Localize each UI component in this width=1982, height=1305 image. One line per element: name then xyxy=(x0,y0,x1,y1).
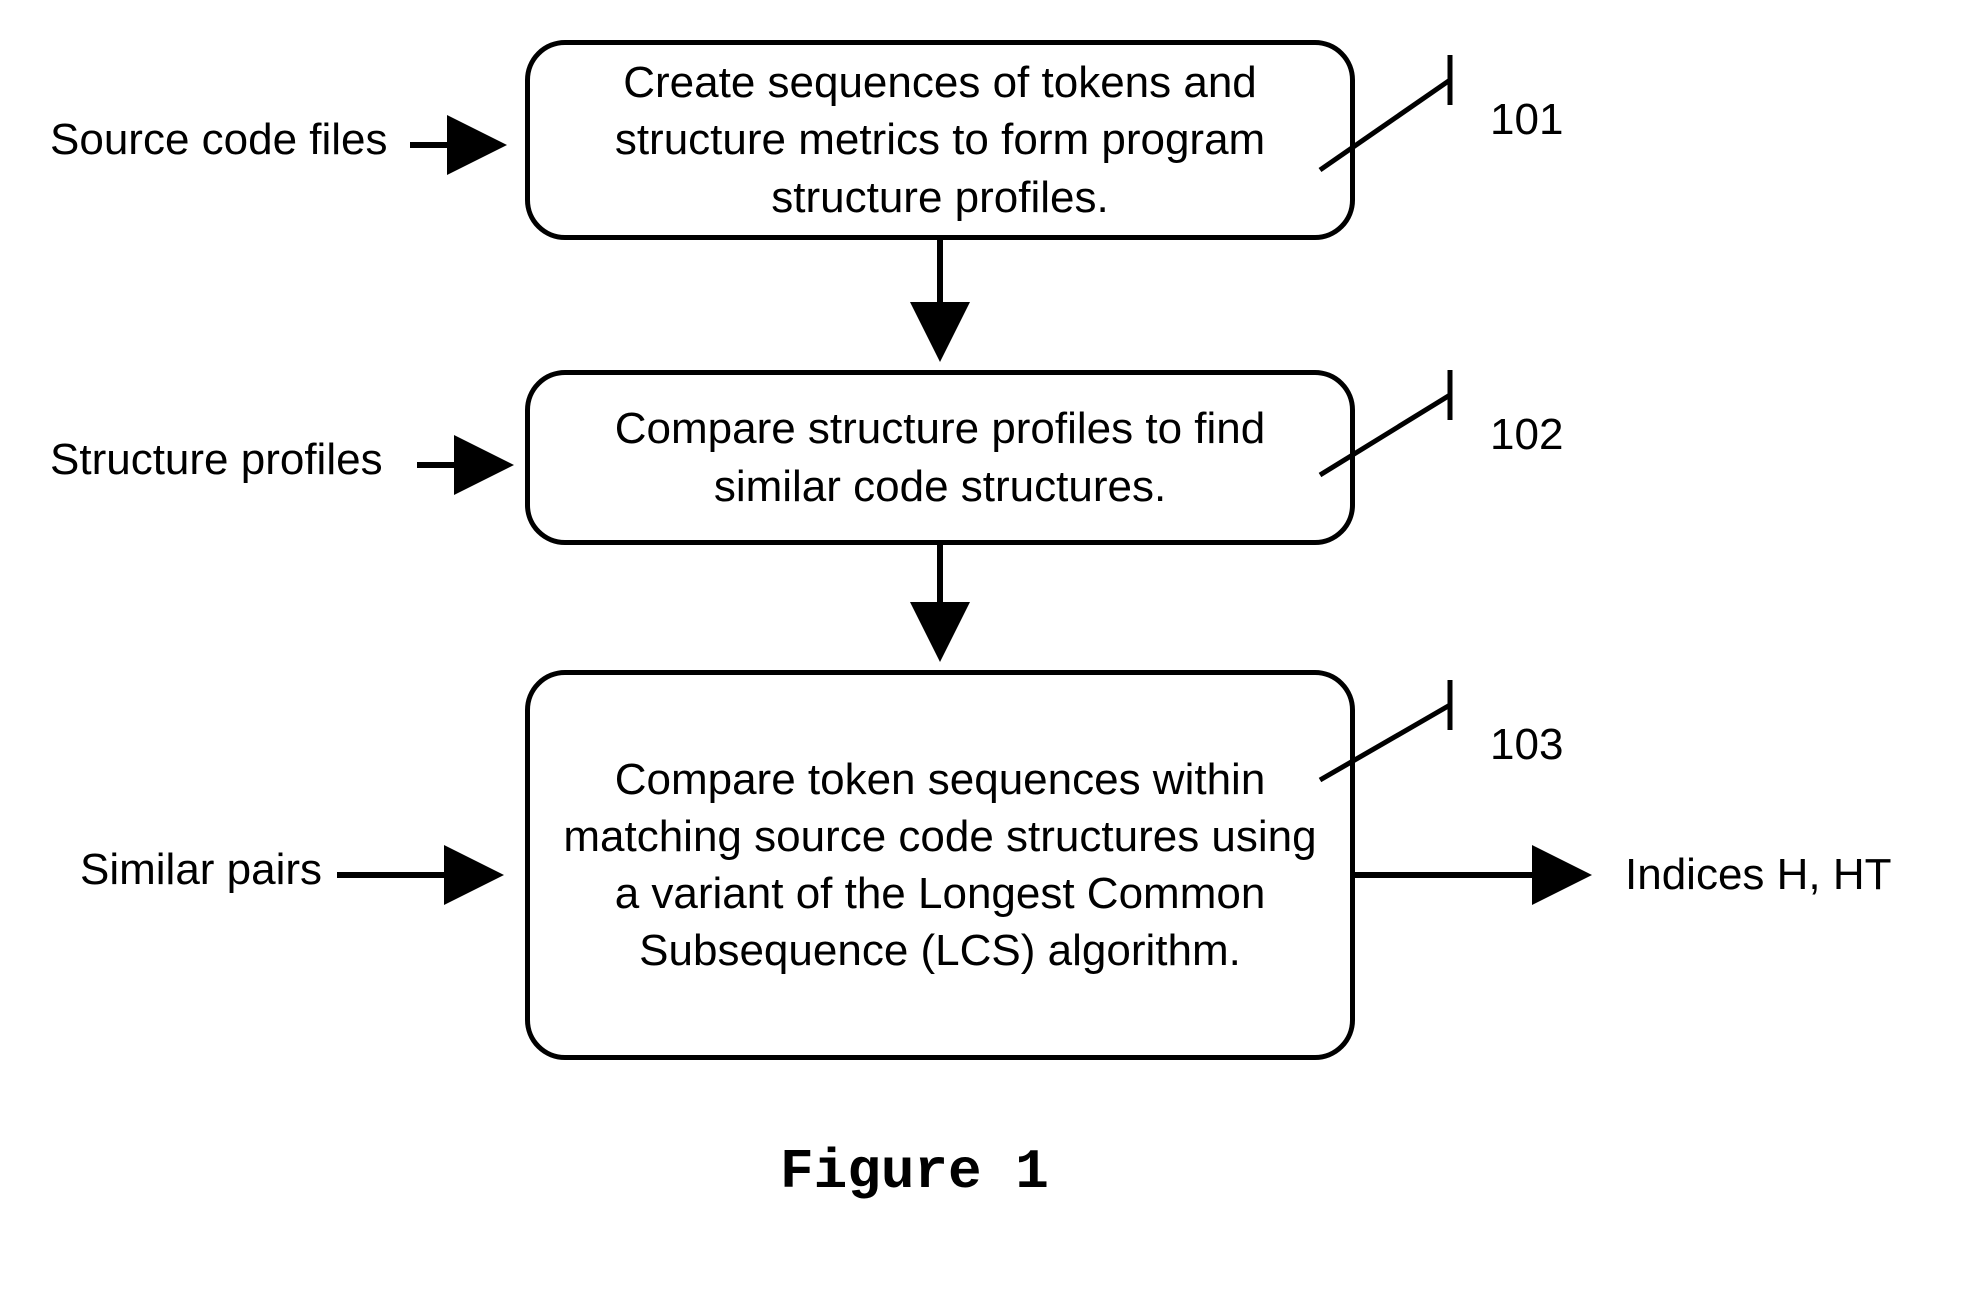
input-label-3: Similar pairs xyxy=(80,845,322,895)
ref-label-1: 101 xyxy=(1490,95,1563,145)
figure-title: Figure 1 xyxy=(780,1140,1049,1204)
step-box-1-text: Create sequences of tokens and structure… xyxy=(560,54,1320,226)
arrow-input-1 xyxy=(410,125,520,165)
arrow-input-3 xyxy=(337,855,517,895)
step-box-1: Create sequences of tokens and structure… xyxy=(525,40,1355,240)
ref-label-2: 102 xyxy=(1490,410,1563,460)
input-label-2: Structure profiles xyxy=(50,435,383,485)
flowchart-diagram: Source code files Structure profiles Sim… xyxy=(0,0,1982,1305)
step-box-2: Compare structure profiles to find simil… xyxy=(525,370,1355,545)
ref-label-3: 103 xyxy=(1490,720,1563,770)
arrow-step-2-3 xyxy=(920,545,960,675)
arrow-step-1-2 xyxy=(920,240,960,375)
output-label: Indices H, HT xyxy=(1625,850,1892,900)
step-box-2-text: Compare structure profiles to find simil… xyxy=(560,400,1320,514)
step-box-3: Compare token sequences within matching … xyxy=(525,670,1355,1060)
input-label-1: Source code files xyxy=(50,115,388,165)
arrow-output xyxy=(1355,855,1605,895)
arrow-input-2 xyxy=(417,445,527,485)
step-box-3-text: Compare token sequences within matching … xyxy=(560,751,1320,980)
